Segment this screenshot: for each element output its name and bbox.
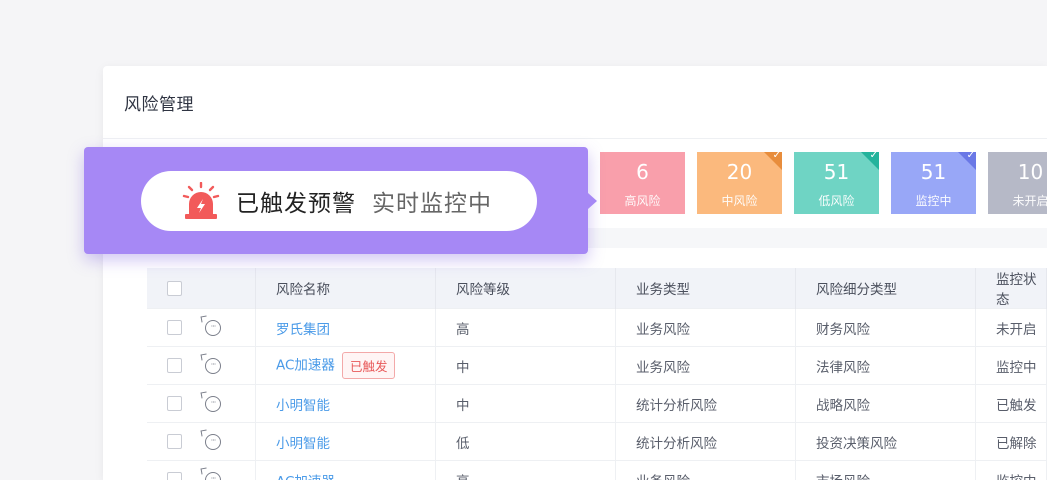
monitor-status-cell: 已触发 — [975, 384, 1047, 423]
row-checkbox-cell — [147, 308, 202, 347]
stat-label: 低风险 — [818, 194, 855, 208]
row-checkbox[interactable] — [167, 434, 182, 449]
risk-name-link[interactable]: AC加速器 — [276, 358, 335, 374]
stat-not-enabled[interactable]: 10 未开启 — [988, 152, 1047, 214]
monitor-status-cell: 已解除 — [975, 422, 1047, 461]
table-row[interactable]: ··· AC加速器 高业务风险市场风险监控中 — [147, 460, 1047, 480]
header-sub-type[interactable]: 风险细分类型 — [795, 268, 976, 309]
monitor-status-cell: 监控中 — [975, 346, 1047, 385]
header-biz-type[interactable]: 业务类型 — [615, 268, 796, 309]
row-icon-cell: ··· — [202, 384, 256, 423]
row-checkbox[interactable] — [167, 358, 182, 373]
risk-table: 风险名称 风险等级 业务类型 风险细分类型 监控状态 ··· 罗氏集团高业务风险财… — [147, 268, 1047, 480]
stat-high-risk[interactable]: 6 高风险 — [600, 152, 685, 214]
select-all-cell — [147, 268, 202, 309]
check-icon: ✓ — [772, 152, 781, 161]
sub-type-cell: 投资决策风险 — [795, 422, 976, 461]
alarm-clock-icon[interactable]: ··· — [205, 471, 221, 480]
row-icon-cell: ··· — [202, 346, 256, 385]
divider — [103, 138, 1047, 139]
risk-level-cell: 中 — [435, 346, 616, 385]
row-checkbox-cell — [147, 460, 202, 480]
risk-name-cell: 小明智能 — [255, 422, 436, 461]
stat-value: 6 — [636, 160, 649, 184]
risk-name-cell: AC加速器 已触发 — [255, 346, 436, 385]
stat-label: 高风险 — [624, 194, 661, 208]
siren-icon — [181, 181, 221, 220]
risk-level-cell: 中 — [435, 384, 616, 423]
table-row[interactable]: ··· 罗氏集团 高业务风险 财务风险 未开启 — [147, 308, 1047, 347]
stat-monitoring[interactable]: 51 监控中 ✓ — [891, 152, 976, 214]
header-monitor-status[interactable]: 监控状态 — [975, 268, 1047, 309]
check-icon: ✓ — [966, 152, 975, 161]
table-row[interactable]: ··· 小明智能 低统计分析风险 投资决策风险 已解除 — [147, 422, 1047, 461]
risk-name-link[interactable]: 罗氏集团 — [276, 322, 330, 338]
sub-type-cell: 法律风险 — [795, 346, 976, 385]
table-row[interactable]: ··· AC加速器 已触发中业务风险 法律风险 监控中 — [147, 346, 1047, 385]
biz-type-cell: 统计分析风险 — [615, 384, 796, 423]
risk-name-cell: AC加速器 — [255, 460, 436, 480]
risk-level-cell: 低 — [435, 422, 616, 461]
triggered-tag: 已触发 — [341, 352, 396, 379]
row-checkbox-cell — [147, 384, 202, 423]
row-checkbox[interactable] — [167, 320, 182, 335]
alert-popover: 已触发预警 实时监控中 — [84, 147, 597, 254]
icon-header — [202, 268, 256, 309]
table-row[interactable]: ··· 小明智能 中统计分析风险 战略风险 已触发 — [147, 384, 1047, 423]
monitor-status-cell: 监控中 — [975, 460, 1047, 480]
risk-level-cell: 高 — [435, 460, 616, 480]
alarm-clock-icon[interactable]: ··· — [205, 433, 221, 450]
alarm-clock-icon[interactable]: ··· — [205, 319, 221, 336]
risk-name-cell: 罗氏集团 — [255, 308, 436, 347]
biz-type-cell: 业务风险 — [615, 308, 796, 347]
stat-low-risk[interactable]: 51 低风险 ✓ — [794, 152, 879, 214]
row-checkbox[interactable] — [167, 396, 182, 411]
row-checkbox[interactable] — [167, 472, 182, 480]
check-icon: ✓ — [869, 152, 878, 161]
table-header-row: 风险名称 风险等级 业务类型 风险细分类型 监控状态 — [147, 268, 1047, 309]
row-icon-cell: ··· — [202, 422, 256, 461]
alert-title: 已触发预警 — [236, 191, 356, 217]
header-risk-name[interactable]: 风险名称 — [255, 268, 436, 309]
sub-type-cell: 市场风险 — [795, 460, 976, 480]
sub-type-cell: 财务风险 — [795, 308, 976, 347]
risk-level-cell: 高 — [435, 308, 616, 347]
stat-value: 10 — [1017, 160, 1044, 184]
stat-medium-risk[interactable]: 20 中风险 ✓ — [697, 152, 782, 214]
row-checkbox-cell — [147, 422, 202, 461]
alarm-clock-icon[interactable]: ··· — [205, 395, 221, 412]
biz-type-cell: 业务风险 — [615, 346, 796, 385]
alert-pill: 已触发预警 实时监控中 — [141, 171, 537, 231]
alert-subtitle: 实时监控中 — [372, 191, 492, 217]
row-checkbox-cell — [147, 346, 202, 385]
header-risk-level[interactable]: 风险等级 — [435, 268, 616, 309]
biz-type-cell: 统计分析风险 — [615, 422, 796, 461]
row-icon-cell: ··· — [202, 460, 256, 480]
sub-type-cell: 战略风险 — [795, 384, 976, 423]
stat-label: 未开启 — [1012, 194, 1047, 208]
page-title: 风险管理 — [124, 95, 194, 115]
stat-label: 监控中 — [915, 194, 952, 208]
stat-label: 中风险 — [721, 194, 758, 208]
row-icon-cell: ··· — [202, 308, 256, 347]
risk-management-card: 风险管理 风险名称 风险等级 业务类型 风险细分类型 监控状态 ··· 罗氏集团高… — [103, 66, 1047, 480]
select-all-checkbox[interactable] — [167, 280, 182, 296]
monitor-status-cell: 未开启 — [975, 308, 1047, 347]
biz-type-cell: 业务风险 — [615, 460, 796, 480]
risk-name-link[interactable]: AC加速器 — [276, 474, 335, 480]
alarm-clock-icon[interactable]: ··· — [205, 357, 221, 374]
risk-name-cell: 小明智能 — [255, 384, 436, 423]
risk-name-link[interactable]: 小明智能 — [276, 436, 330, 452]
risk-name-link[interactable]: 小明智能 — [276, 398, 330, 414]
